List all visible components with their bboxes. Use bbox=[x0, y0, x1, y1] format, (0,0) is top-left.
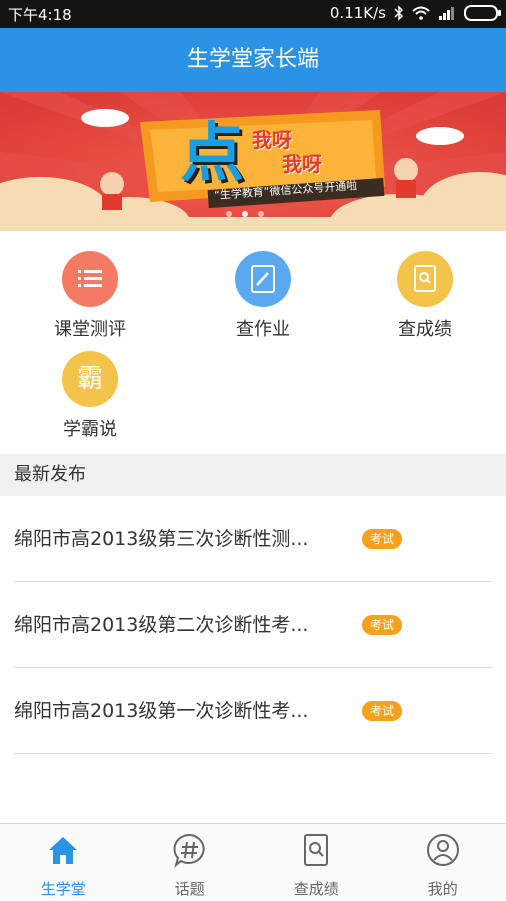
latest-heading: 最新发布 bbox=[0, 454, 506, 496]
bottom-tab-bar: 生学堂 话题 查成绩 我的 bbox=[0, 823, 506, 901]
feature-grades[interactable]: 查成绩 bbox=[355, 251, 495, 341]
tab-label: 查成绩 bbox=[253, 878, 380, 899]
feature-top-student[interactable]: 霸 学霸说 bbox=[20, 351, 160, 441]
list-item[interactable]: 绵阳市高2013级第三次诊断性测... 考试 bbox=[14, 496, 492, 582]
page-dot-active bbox=[242, 211, 248, 217]
battery-icon bbox=[464, 5, 498, 21]
feature-label: 查作业 bbox=[193, 315, 333, 341]
item-title: 绵阳市高2013级第三次诊断性测... bbox=[14, 524, 308, 551]
status-time: 下午4:18 bbox=[8, 4, 72, 25]
top-student-icon: 霸 bbox=[62, 351, 118, 407]
tab-label: 生学堂 bbox=[0, 878, 127, 899]
signal-icon bbox=[438, 6, 456, 20]
tab-label: 我的 bbox=[380, 878, 506, 899]
exam-tag: 考试 bbox=[362, 615, 402, 635]
banner-phrase-2: 我呀 bbox=[282, 148, 322, 177]
profile-icon bbox=[425, 832, 461, 868]
edit-icon bbox=[235, 251, 291, 307]
page-dot bbox=[258, 211, 264, 217]
bluetooth-icon bbox=[394, 5, 404, 21]
wifi-icon bbox=[412, 6, 430, 20]
top-student-icon-glyph: 霸 bbox=[62, 351, 118, 407]
page-dot bbox=[226, 211, 232, 217]
list-icon bbox=[62, 251, 118, 307]
feature-grid: 课堂测评 查作业 查成绩 霸 学霸说 bbox=[0, 231, 506, 454]
app-header: 生学堂家长端 bbox=[0, 28, 506, 92]
tab-grades[interactable]: 查成绩 bbox=[253, 824, 380, 901]
list-item[interactable]: 绵阳市高2013级第二次诊断性考... 考试 bbox=[14, 582, 492, 668]
feature-label: 学霸说 bbox=[20, 415, 160, 441]
tab-topics[interactable]: 话题 bbox=[127, 824, 254, 901]
status-bar: 下午4:18 0.11K/s bbox=[0, 0, 506, 28]
latest-list: 绵阳市高2013级第三次诊断性测... 考试 绵阳市高2013级第二次诊断性考.… bbox=[0, 496, 506, 754]
exam-tag: 考试 bbox=[362, 701, 402, 721]
feature-label: 课堂测评 bbox=[20, 315, 160, 341]
page-title: 生学堂家长端 bbox=[187, 47, 319, 72]
feature-classroom-eval[interactable]: 课堂测评 bbox=[20, 251, 160, 341]
hashtag-icon bbox=[172, 832, 208, 868]
exam-tag: 考试 bbox=[362, 529, 402, 549]
feature-label: 查成绩 bbox=[355, 315, 495, 341]
network-speed: 0.11K/s bbox=[330, 4, 386, 22]
item-title: 绵阳市高2013级第二次诊断性考... bbox=[14, 610, 308, 637]
search-doc-icon bbox=[397, 251, 453, 307]
promo-banner[interactable]: 点 我呀 我呀 “生学教育”微信公众号开通啦 bbox=[0, 92, 506, 231]
tab-home[interactable]: 生学堂 bbox=[0, 824, 127, 901]
banner-page-indicator bbox=[226, 211, 264, 217]
home-icon bbox=[45, 832, 81, 868]
search-doc-icon bbox=[298, 832, 334, 868]
banner-big-char: 点 bbox=[180, 102, 244, 194]
item-title: 绵阳市高2013级第一次诊断性考... bbox=[14, 696, 308, 723]
list-item[interactable]: 绵阳市高2013级第一次诊断性考... 考试 bbox=[14, 668, 492, 754]
tab-profile[interactable]: 我的 bbox=[380, 824, 506, 901]
tab-label: 话题 bbox=[127, 878, 254, 899]
feature-homework[interactable]: 查作业 bbox=[193, 251, 333, 341]
